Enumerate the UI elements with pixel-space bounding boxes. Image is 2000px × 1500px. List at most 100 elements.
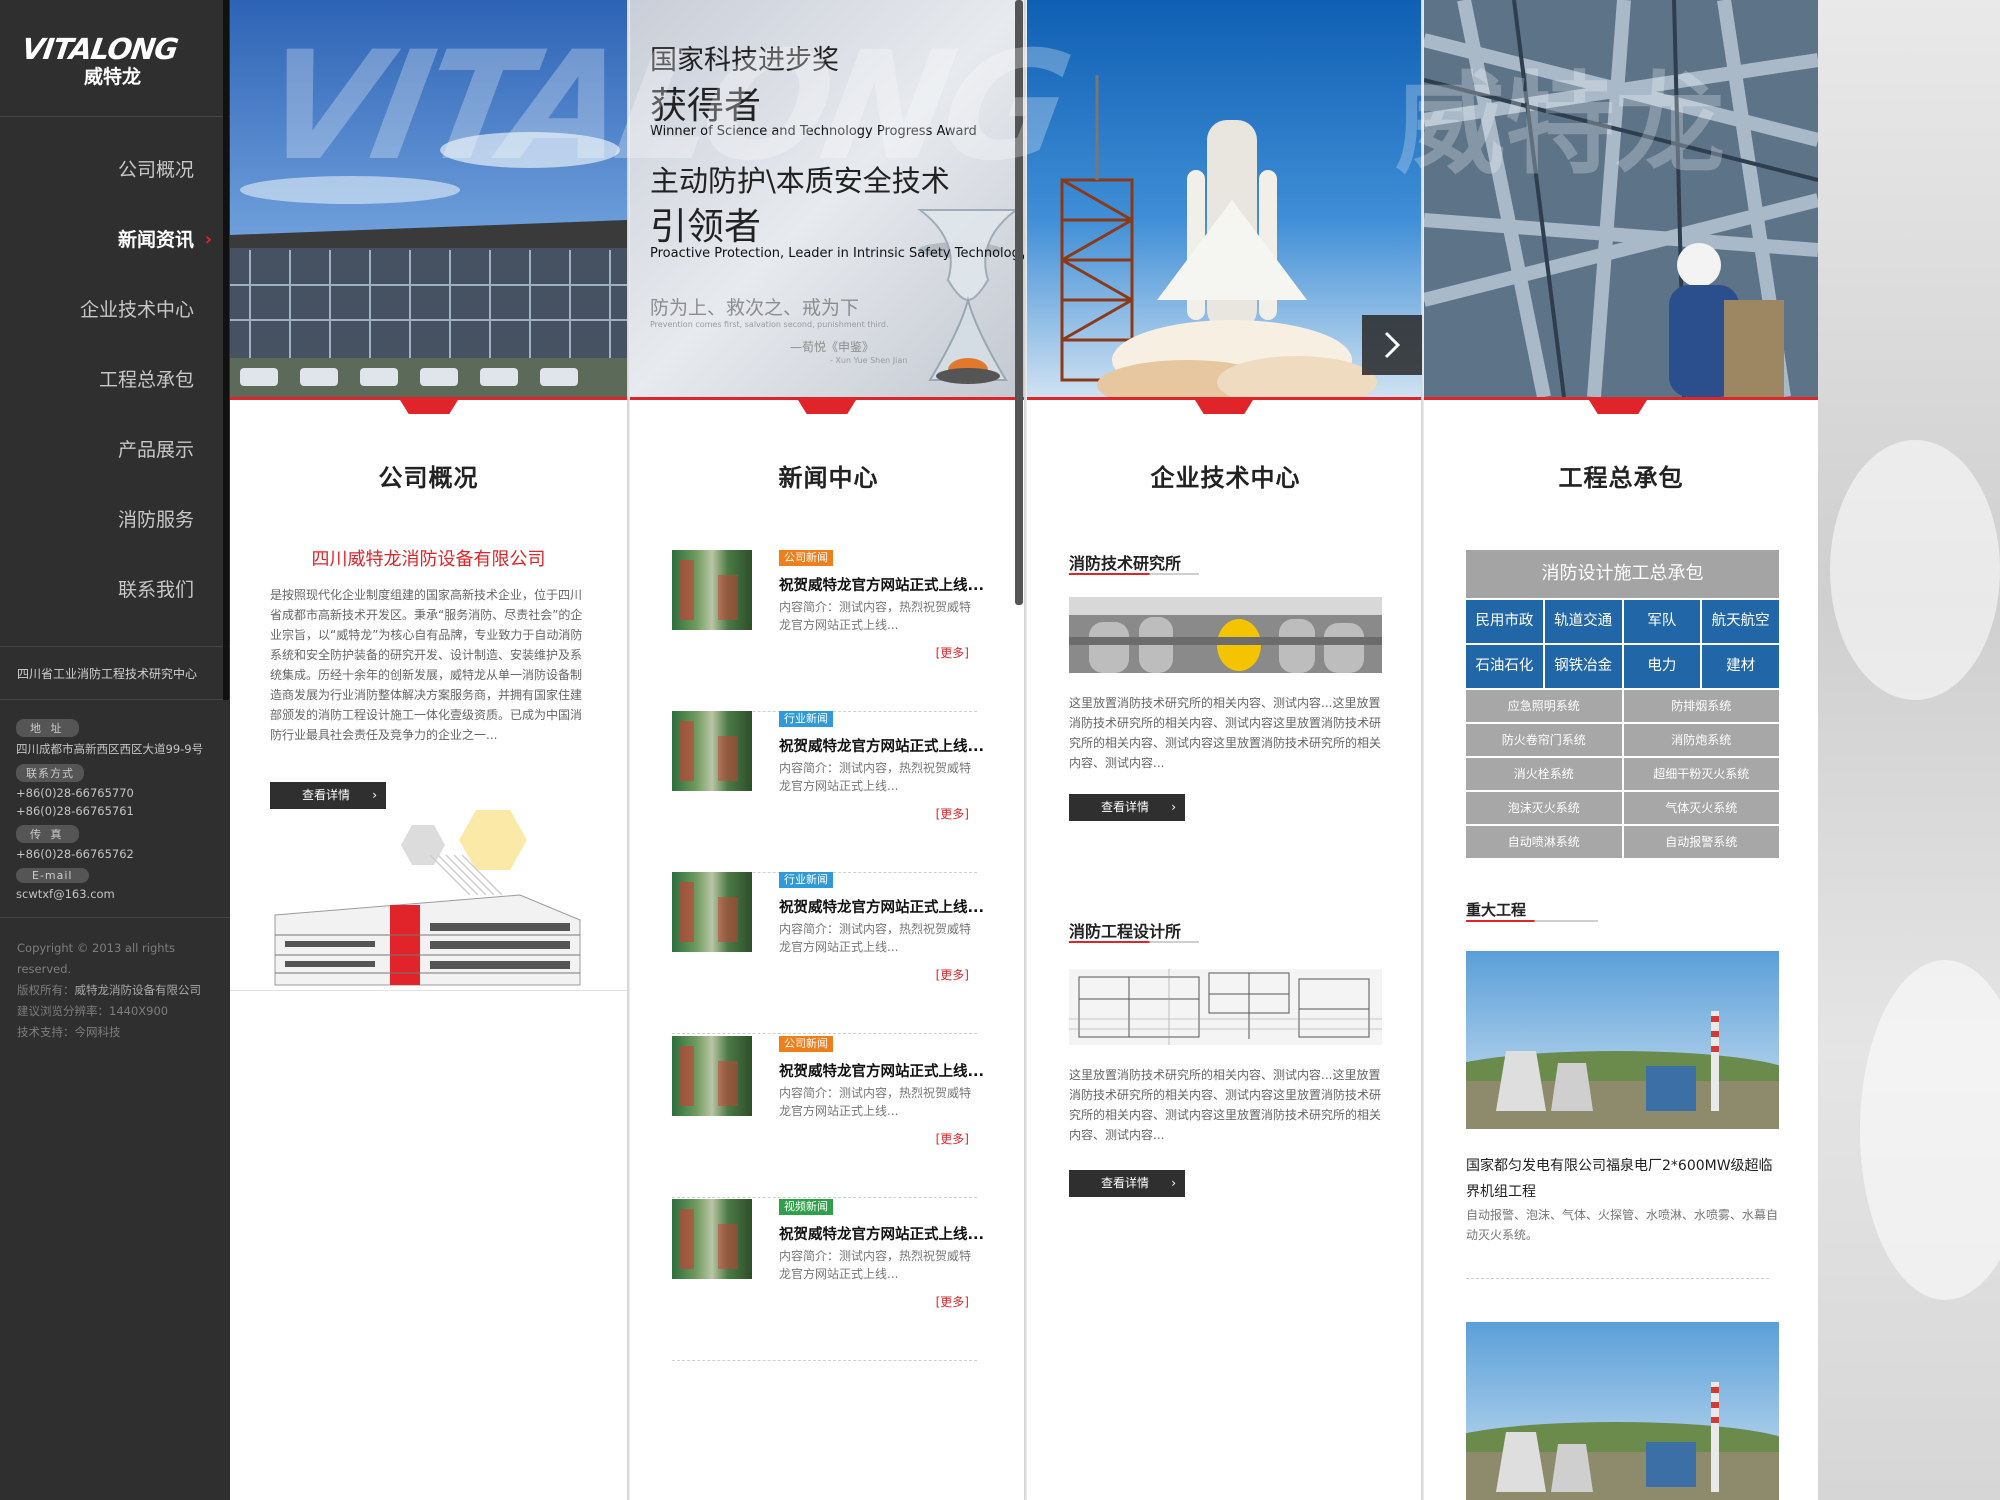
hero-image-building <box>230 0 627 397</box>
news-item[interactable]: 行业新闻 祝贺威特龙官方网站正式上线... 内容简介：测试内容，热烈祝贺威特龙官… <box>672 872 984 1034</box>
chevron-right-icon: › <box>1171 1176 1176 1190</box>
nav-label: 公司概况 <box>117 159 194 181</box>
fax-tag: 传 真 <box>16 825 79 843</box>
news-desc: 内容简介：测试内容，热烈祝贺威特龙官方网站正式上线... <box>779 1086 972 1118</box>
slider-next-button[interactable] <box>1362 315 1422 375</box>
news-category-badge: 行业新闻 <box>779 872 833 888</box>
news-more-link[interactable]: [更多] <box>936 1130 969 1147</box>
sidebar-scrollbar[interactable] <box>223 0 229 700</box>
system-grid: 应急照明系统 防排烟系统 防火卷帘门系统 消防炮系统 消火栓系统 超细干粉灭火系… <box>1466 688 1779 858</box>
system-item[interactable]: 气体灭火系统 <box>1623 792 1779 824</box>
subsection-underline <box>1069 941 1199 943</box>
news-thumbnail <box>672 711 752 791</box>
nav-item-contact[interactable]: 联系我们 <box>0 555 230 625</box>
news-title[interactable]: 祝贺威特龙官方网站正式上线... <box>779 896 984 917</box>
system-item[interactable]: 消火栓系统 <box>1466 758 1622 790</box>
background-cloud <box>1830 440 2000 700</box>
nav-label: 消防服务 <box>117 509 194 531</box>
logo-text-cn: 威特龙 <box>84 66 142 88</box>
industry-item[interactable]: 钢铁冶金 <box>1544 645 1622 688</box>
nav-item-company[interactable]: 公司概况 <box>0 135 230 205</box>
nav-item-service[interactable]: 消防服务 <box>0 485 230 555</box>
column-company: 公司概况 四川威特龙消防设备有限公司 是按照现代化企业制度组建的国家高新技术企业… <box>230 0 627 1500</box>
company-name: 四川威特龙消防设备有限公司 <box>311 549 546 570</box>
logo[interactable]: VITALONG 威特龙 <box>0 0 230 117</box>
nav-item-products[interactable]: 产品展示 <box>0 415 230 485</box>
industry-item[interactable]: 建材 <box>1702 645 1779 688</box>
copyright-text: Copyright © 2013 all rights reserved. <box>17 941 176 976</box>
project-image[interactable] <box>1466 1322 1779 1500</box>
award-line-1: 国家科技进步奖 <box>650 45 839 76</box>
chevron-right-icon: › <box>204 229 212 250</box>
column-news: 国家科技进步奖 获得者 Winner of Science and Techno… <box>630 0 1027 1500</box>
hero-red-line <box>230 397 627 400</box>
lead-en: Proactive Protection, Leader in Intrinsi… <box>650 246 1027 261</box>
sidebar: VITALONG 威特龙 公司概况 新闻资讯 › 企业技术中心 工程总承包 产品展… <box>0 0 230 1500</box>
industry-item[interactable]: 电力 <box>1623 645 1701 688</box>
system-item[interactable]: 防火卷帘门系统 <box>1466 724 1622 756</box>
news-thumbnail <box>672 1199 752 1279</box>
column-scrollbar[interactable] <box>1015 0 1023 605</box>
lead-line-1: 主动防护\本质安全技术 <box>650 164 950 198</box>
blueprint-image <box>1069 969 1382 1045</box>
news-more-link[interactable]: [更多] <box>936 644 969 661</box>
system-item[interactable]: 应急照明系统 <box>1466 690 1622 722</box>
industry-item[interactable]: 军队 <box>1623 600 1701 643</box>
org-name: 四川省工业消防工程技术研究中心 <box>0 647 230 700</box>
news-title[interactable]: 祝贺威特龙官方网站正式上线... <box>779 1223 984 1244</box>
nav-label: 新闻资讯 <box>117 229 194 251</box>
red-tab <box>400 400 458 414</box>
news-item[interactable]: 视频新闻 祝贺威特龙官方网站正式上线... 内容简介：测试内容，热烈祝贺威特龙官… <box>672 1199 984 1361</box>
news-more-link[interactable]: [更多] <box>936 966 969 983</box>
view-details-button[interactable]: 查看详情 › <box>1069 1170 1185 1197</box>
news-category-badge: 公司新闻 <box>779 550 833 566</box>
news-item[interactable]: 公司新闻 祝贺威特龙官方网站正式上线... 内容简介：测试内容，热烈祝贺威特龙官… <box>672 550 984 712</box>
news-item[interactable]: 公司新闻 祝贺威特龙官方网站正式上线... 内容简介：测试内容，热烈祝贺威特龙官… <box>672 1036 984 1198</box>
industry-item[interactable]: 民用市政 <box>1466 600 1543 643</box>
nav-label: 企业技术中心 <box>79 299 194 321</box>
divider <box>230 990 627 991</box>
system-item[interactable]: 防排烟系统 <box>1623 690 1779 722</box>
red-tab <box>1589 400 1647 414</box>
email-link[interactable]: scwtxf@163.com <box>16 887 230 901</box>
resolution-text: 建议浏览分辨率：1440X900 <box>17 1004 169 1018</box>
industry-item[interactable]: 航天航空 <box>1702 600 1779 643</box>
news-thumbnail <box>672 550 752 630</box>
system-item[interactable]: 消防炮系统 <box>1623 724 1779 756</box>
email-tag: E-mail <box>16 868 89 883</box>
nav-item-tech-center[interactable]: 企业技术中心 <box>0 275 230 345</box>
news-more-link[interactable]: [更多] <box>936 805 969 822</box>
subsection-title[interactable]: 消防工程设计所 <box>1069 918 1181 942</box>
subsection-title[interactable]: 消防技术研究所 <box>1069 550 1181 574</box>
news-more-link[interactable]: [更多] <box>936 1293 969 1310</box>
hero-image-pipes <box>1424 0 1818 397</box>
button-label: 查看详情 <box>1101 1176 1150 1190</box>
button-label: 查看详情 <box>1101 800 1150 814</box>
news-title[interactable]: 祝贺威特龙官方网站正式上线... <box>779 735 984 756</box>
news-title[interactable]: 祝贺威特龙官方网站正式上线... <box>779 574 984 595</box>
address-tag: 地 址 <box>16 719 79 737</box>
owner-line: 版权所有：威特龙消防设备有限公司 <box>17 980 230 1001</box>
system-item[interactable]: 自动报警系统 <box>1623 826 1779 858</box>
news-category-badge: 行业新闻 <box>779 711 833 727</box>
industry-item[interactable]: 石油石化 <box>1466 645 1543 688</box>
project-image[interactable] <box>1466 951 1779 1129</box>
system-item[interactable]: 自动喷淋系统 <box>1466 826 1622 858</box>
project-desc: 自动报警、泡沫、气体、火探管、水喷淋、水喷雾、水幕自动灭火系统。 <box>1466 1208 1779 1242</box>
hero-red-line <box>1027 397 1424 400</box>
news-item[interactable]: 行业新闻 祝贺威特龙官方网站正式上线... 内容简介：测试内容，热烈祝贺威特龙官… <box>672 711 984 873</box>
subsection-text: 这里放置消防技术研究所的相关内容、测试内容...这里放置消防技术研究所的相关内容… <box>1069 1068 1382 1142</box>
hero-red-line <box>630 397 1027 400</box>
quote-en: Prevention comes first, salvation second… <box>650 320 889 329</box>
industry-item[interactable]: 轨道交通 <box>1544 600 1622 643</box>
nav-item-engineering[interactable]: 工程总承包 <box>0 345 230 415</box>
project-title[interactable]: 国家都匀发电有限公司福泉电厂2*600MW级超临界机组工程 <box>1466 1153 1786 1205</box>
news-title[interactable]: 祝贺威特龙官方网站正式上线... <box>779 1060 984 1081</box>
lead-line-2: 引领者 <box>650 205 761 248</box>
subsection-underline <box>1466 920 1598 922</box>
address-text: 四川成都市高新西区西区大道99-9号 <box>16 742 204 756</box>
view-details-button[interactable]: 查看详情 › <box>1069 794 1185 821</box>
system-item[interactable]: 泡沫灭火系统 <box>1466 792 1622 824</box>
system-item[interactable]: 超细干粉灭火系统 <box>1623 758 1779 790</box>
nav-item-news[interactable]: 新闻资讯 › <box>0 205 230 275</box>
